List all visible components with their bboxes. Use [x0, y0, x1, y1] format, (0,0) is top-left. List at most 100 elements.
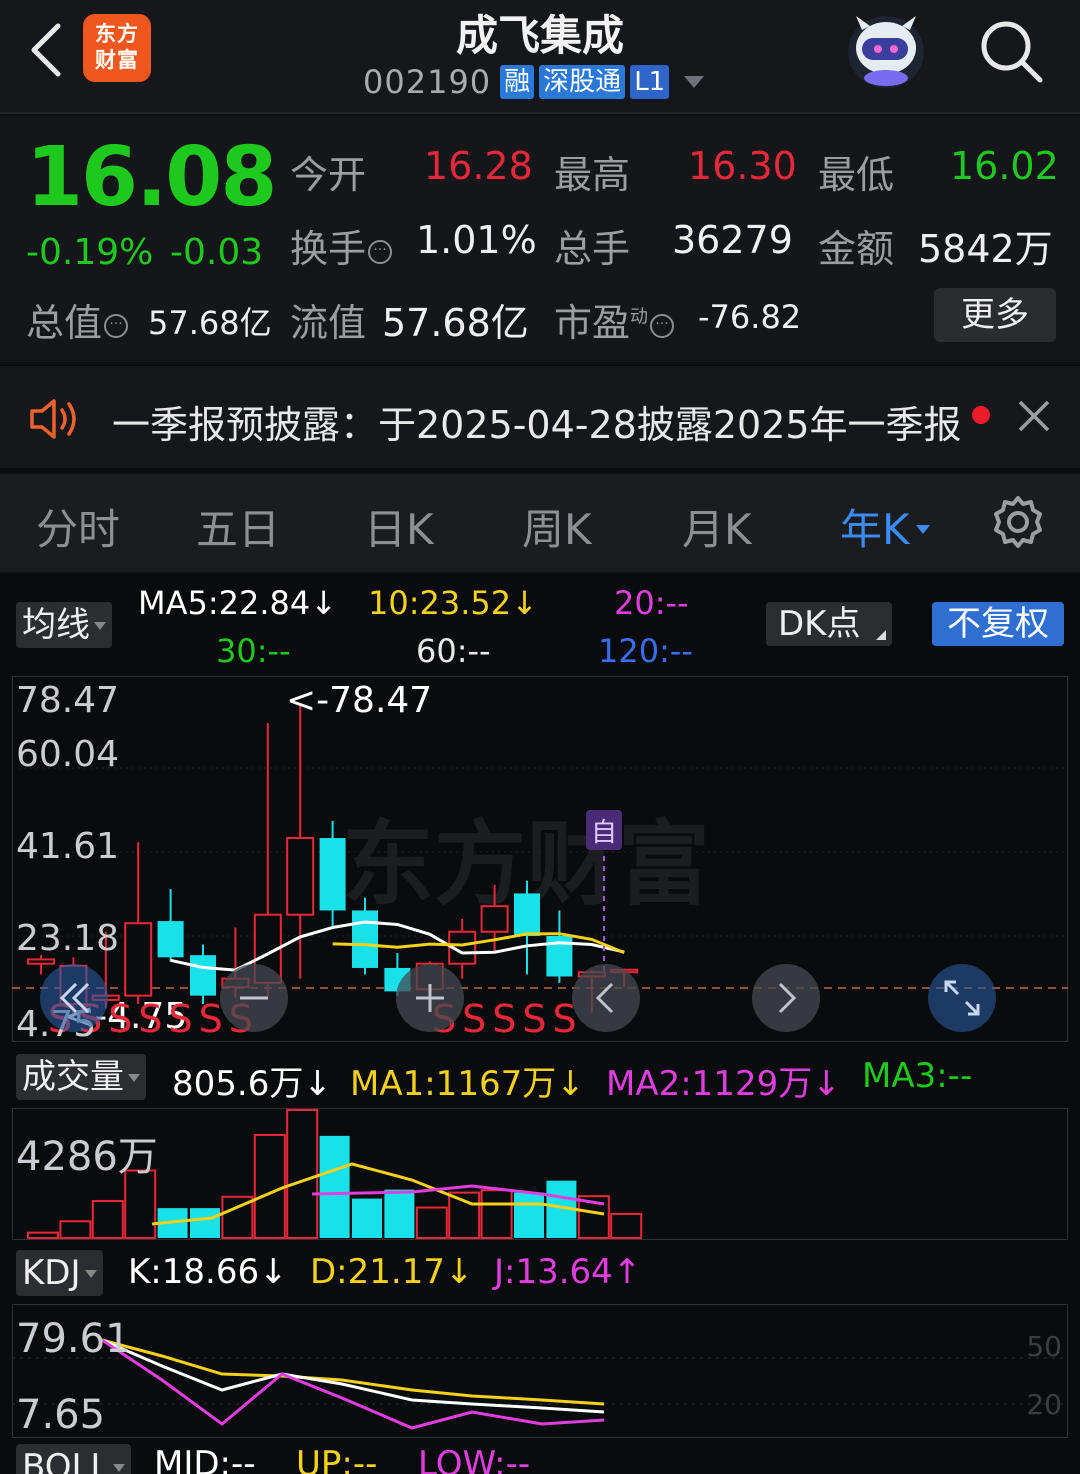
- volume-bar: [59, 1220, 92, 1239]
- boll-indicator-label: BOLL: [22, 1447, 110, 1474]
- scroll-right-button[interactable]: [752, 964, 820, 1032]
- tab-intraday[interactable]: 分时: [36, 496, 120, 557]
- chevron-right-icon: [778, 982, 797, 1014]
- candle-body: [286, 837, 315, 916]
- volume-ma1: MA1:1167万↓: [350, 1064, 585, 1104]
- kdj-indicator-selector[interactable]: KDJ: [16, 1250, 103, 1296]
- robot-assistant-icon[interactable]: [842, 8, 930, 92]
- gear-icon[interactable]: [990, 494, 1046, 550]
- volume-indicator-selector[interactable]: 成交量: [16, 1054, 146, 1100]
- pe-value: -76.82: [698, 298, 802, 336]
- max-price-marker: <-78.47: [286, 680, 432, 721]
- announcement-bar[interactable]: 一季报预披露：于2025-04-28披露2025年一季报: [0, 364, 1080, 470]
- tab-monthly-k[interactable]: 月K: [682, 496, 752, 557]
- low-label: 最低: [818, 153, 895, 197]
- speaker-icon: [30, 399, 76, 439]
- candle-body: [352, 910, 378, 968]
- price-axis-label: 23.18: [16, 918, 120, 959]
- ma60-value: 60:--: [416, 632, 491, 670]
- change-percent: -0.19%: [26, 232, 154, 273]
- high-value: 16.30: [688, 144, 797, 188]
- kdj-d-value: D:21.17↓: [310, 1252, 474, 1292]
- chevron-down-icon: [84, 1270, 97, 1278]
- float-cap-label: 流值: [290, 301, 367, 345]
- price-axis-label: 41.61: [16, 826, 120, 867]
- adjust-mode-button[interactable]: 不复权: [932, 602, 1064, 646]
- zoom-out-button[interactable]: [220, 964, 288, 1032]
- candle-body: [514, 893, 540, 937]
- volume-bar: [91, 1199, 124, 1239]
- volume-current: 805.6万↓: [172, 1064, 332, 1104]
- high-label: 最高: [554, 153, 631, 197]
- tab-weekly-k[interactable]: 周K: [522, 496, 592, 557]
- expand-icon: [944, 980, 980, 1016]
- tab-daily-k[interactable]: 日K: [364, 496, 434, 557]
- volume-axis-label: 4286万: [16, 1134, 158, 1180]
- turnover-label-text: 换手: [290, 227, 367, 271]
- chevron-down-icon: [94, 622, 106, 630]
- volume-bar: [514, 1192, 544, 1238]
- kdj-j-value: J:13.64↑: [494, 1252, 642, 1292]
- self-marker-text: 自: [591, 818, 617, 848]
- volume-bar: [190, 1208, 220, 1238]
- chevron-down-icon: [915, 525, 930, 534]
- info-icon[interactable]: ···: [368, 240, 393, 264]
- more-button[interactable]: 更多: [934, 288, 1056, 342]
- kdj-indicator-label: KDJ: [22, 1253, 81, 1293]
- last-price: 16.08: [26, 130, 277, 225]
- candle-body: [480, 905, 509, 933]
- tab-five-day[interactable]: 五日: [196, 496, 280, 557]
- open-value: 16.28: [424, 144, 533, 188]
- volume-bar: [480, 1189, 513, 1240]
- chevron-down-icon: [128, 1074, 140, 1082]
- stock-code: 002190: [363, 63, 492, 101]
- info-icon[interactable]: ···: [650, 314, 675, 338]
- stock-subtitle[interactable]: 002190 融 深股通 L1: [363, 62, 705, 102]
- info-icon[interactable]: ···: [104, 314, 129, 338]
- open-label: 今开: [290, 153, 367, 197]
- boll-indicator-selector[interactable]: BOLL: [16, 1444, 132, 1474]
- volume-bar: [352, 1198, 382, 1238]
- low-value: 16.02: [950, 144, 1059, 188]
- candle-body: [319, 838, 346, 911]
- app-header: 东方 财富 成飞集成 002190 融 深股通 L1: [0, 0, 1080, 114]
- margin-tag: 融: [500, 65, 535, 99]
- kdj-axis-bottom: 7.65: [16, 1392, 106, 1438]
- market-cap-label[interactable]: 总值 ···: [26, 292, 129, 347]
- scroll-left-end-button[interactable]: [40, 964, 108, 1032]
- amount-label: 金额: [818, 227, 895, 271]
- tab-yearly-k-label: 年K: [840, 505, 910, 554]
- boll-low-value: LOW:--: [418, 1444, 531, 1474]
- market-cap-label-text: 总值: [26, 301, 103, 345]
- volume-bar: [27, 1231, 59, 1240]
- price-axis-label: 60.04: [16, 734, 120, 775]
- kdj-chart: 50 20: [12, 1330, 1068, 1430]
- volume-label: 总手: [554, 227, 631, 271]
- kdj-axis-top: 79.61: [16, 1316, 131, 1362]
- zoom-in-button[interactable]: [396, 964, 464, 1032]
- unread-dot: [972, 406, 990, 424]
- turnover-value: 1.01%: [416, 218, 537, 262]
- kdj-j-line: [101, 1338, 605, 1430]
- scroll-left-button[interactable]: [572, 964, 640, 1032]
- level-tag: L1: [630, 65, 670, 99]
- dk-point-button[interactable]: DK点: [766, 602, 892, 646]
- tab-yearly-k[interactable]: 年K: [840, 496, 930, 557]
- search-icon[interactable]: [976, 16, 1046, 86]
- amount-value: 5842万: [918, 227, 1053, 271]
- announcement-text: 一季报预披露：于2025-04-28披露2025年一季报: [112, 403, 962, 447]
- turnover-label[interactable]: 换手 ···: [290, 218, 393, 273]
- pe-label-text: 市盈: [554, 301, 631, 345]
- plus-icon: [416, 984, 444, 1012]
- volume-bar: [253, 1133, 286, 1240]
- ma-selector-label: 均线: [22, 605, 90, 645]
- pe-label[interactable]: 市盈动 ···: [554, 292, 675, 347]
- fullscreen-button[interactable]: [928, 964, 996, 1032]
- close-icon[interactable]: [1016, 398, 1052, 434]
- ma-selector[interactable]: 均线: [16, 602, 112, 648]
- float-cap-value: 57.68亿: [382, 301, 529, 345]
- chevron-down-icon[interactable]: [684, 76, 705, 88]
- connect-tag: 深股通: [539, 65, 626, 99]
- kdj-level-50-label: 50: [1026, 1330, 1062, 1363]
- market-cap-value: 57.68亿: [148, 304, 272, 342]
